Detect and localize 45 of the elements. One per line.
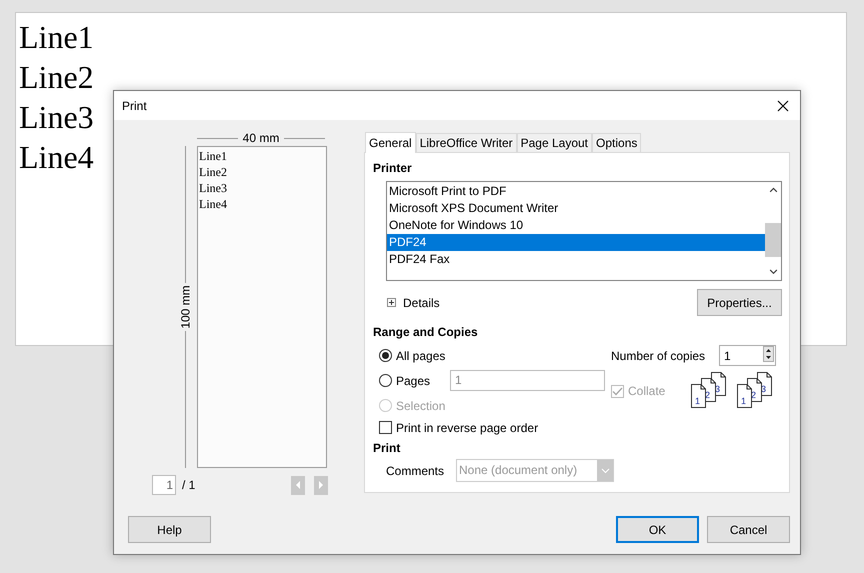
copies-spin-field[interactable]: 1: [719, 345, 776, 366]
expand-icon[interactable]: [387, 298, 396, 307]
tab[interactable]: Options: [592, 133, 642, 152]
preview-text-line: Line3: [199, 180, 227, 196]
width-dimension-label: 40 mm: [242, 131, 280, 145]
window-title: Print: [122, 98, 147, 112]
section-heading: Printer: [373, 161, 412, 175]
ok-button[interactable]: OK: [616, 516, 699, 543]
document-text-line: Line3: [19, 98, 94, 137]
preview-text-line: Line2: [199, 164, 227, 180]
preview-text-line: Line1: [199, 148, 227, 164]
scroll-down-icon[interactable]: [768, 269, 778, 275]
close-icon[interactable]: [777, 100, 789, 112]
pages-field[interactable]: 1: [450, 370, 606, 391]
cancel-button[interactable]: Cancel: [707, 516, 790, 543]
preview-text-line: Line4: [199, 196, 227, 212]
right-triangle-icon: [318, 481, 324, 489]
tab[interactable]: Page Layout: [516, 133, 592, 152]
section-heading: Print: [373, 441, 400, 455]
radio-option[interactable]: All pages: [379, 348, 446, 362]
document-text-line: Line4: [19, 138, 94, 177]
printer-item[interactable]: PDF24: [387, 234, 765, 251]
document-text-line: Line1: [19, 18, 94, 57]
comments-label: Comments: [386, 464, 444, 478]
page-number-field[interactable]: 1: [152, 475, 176, 495]
radio-option[interactable]: Pages: [379, 374, 430, 388]
tab[interactable]: General: [365, 132, 416, 153]
printer-item[interactable]: Microsoft XPS Document Writer: [387, 200, 765, 217]
details-expander[interactable]: Details: [387, 296, 440, 310]
checkmark-icon: [612, 386, 623, 396]
properties-button[interactable]: Properties...: [697, 289, 782, 316]
reverse-order-checkbox[interactable]: Print in reverse page order: [379, 420, 538, 434]
printer-item[interactable]: OneNote for Windows 10: [387, 217, 765, 234]
printer-item[interactable]: Microsoft Print to PDF: [387, 183, 765, 200]
copies-label: Number of copies: [611, 348, 706, 362]
help-button[interactable]: Help: [128, 516, 211, 543]
scroll-up-icon[interactable]: [768, 187, 778, 193]
section-heading: Range and Copies: [373, 325, 478, 339]
page-total: / 1: [182, 478, 196, 492]
left-triangle-icon: [295, 481, 301, 489]
tab[interactable]: LibreOffice Writer: [416, 133, 517, 152]
spin-arrows-icon[interactable]: [763, 346, 774, 362]
height-dimension-label: 100 mm: [178, 284, 194, 331]
printer-item[interactable]: PDF24 Fax: [387, 251, 765, 268]
document-text-line: Line2: [19, 58, 94, 97]
